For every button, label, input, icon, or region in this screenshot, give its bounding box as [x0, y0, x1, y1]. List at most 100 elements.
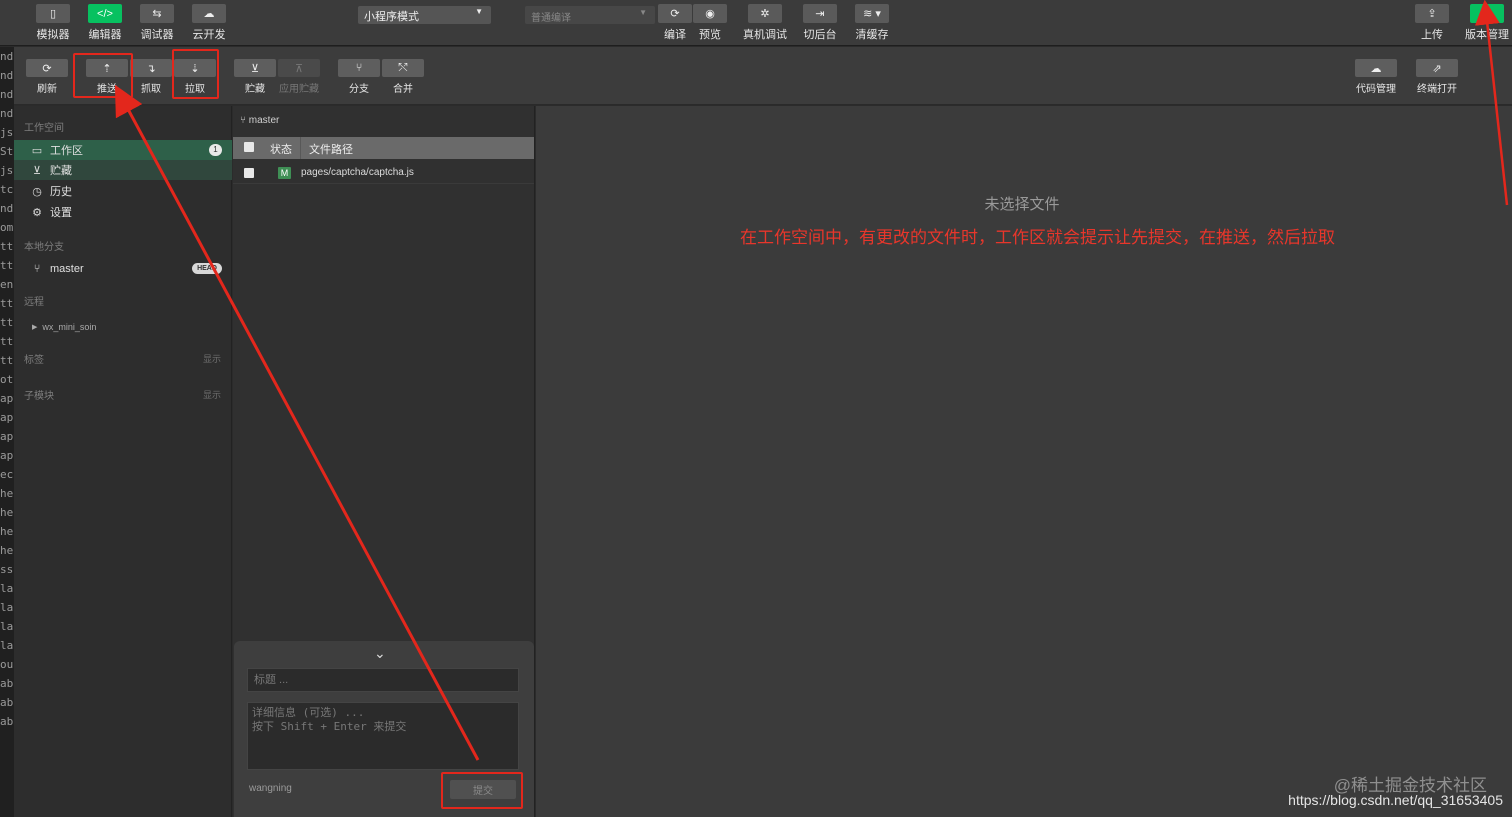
preview-button[interactable]: ◉ 预览 [685, 4, 735, 42]
pull-icon: ⇣ [174, 59, 216, 77]
sidebar-item-history[interactable]: ◷ 历史 [14, 181, 232, 201]
editor-button[interactable]: </> 编辑器 [80, 4, 130, 42]
history-icon: ◷ [32, 185, 42, 198]
open-terminal-button[interactable]: ⇗ 终端打开 [1415, 59, 1459, 95]
sidebar-item-label: 历史 [50, 186, 72, 198]
apply-stash-label: 应用贮藏 [279, 84, 319, 95]
diff-view: 未选择文件 在工作空间中，有更改的文件时，工作区就会提示让先提交，在推送，然后拉… [536, 106, 1512, 817]
code-line-fragment: Stu [0, 145, 14, 158]
sidebar-item-settings[interactable]: ⚙ 设置 [14, 202, 232, 222]
commit-author: wangning [249, 783, 292, 794]
no-file-selected-text: 未选择文件 [984, 196, 1060, 213]
devtools-window: ▯ 模拟器 </> 编辑器 ⇆ 调试器 ☁ 云开发 小程序模式 ▼ 普通编译 ▼… [0, 0, 1512, 817]
commit-submit-button[interactable]: 提交 [450, 780, 516, 799]
compile-mode-select[interactable]: 普通编译 ▼ [525, 6, 655, 24]
push-label: 推送 [97, 84, 117, 95]
column-divider [300, 137, 301, 159]
vcs-sidebar: 工作空间 ▭ 工作区 1 ⊻ 贮藏 ◷ 历史 ⚙ 设置 本地分支 ⑂ maste… [14, 106, 232, 817]
gear-icon: ⚙ [32, 206, 42, 219]
phone-icon: ▯ [36, 4, 70, 23]
changes-badge: 1 [209, 144, 222, 156]
remote-label: wx_mini_soin [42, 322, 97, 332]
code-line-fragment: otc [0, 373, 14, 386]
chevron-down-icon[interactable]: ⌄ [374, 645, 386, 662]
simulator-button[interactable]: ▯ 模拟器 [28, 4, 78, 42]
table-row[interactable]: M pages/captcha/captcha.js [233, 162, 534, 184]
sidebar-item-stash[interactable]: ⊻ 贮藏 [14, 160, 232, 180]
vcs-toolbar: ⟳ 刷新 ⇡ 推送 ↴ 抓取 ⇣ 拉取 ⊻ 贮藏 ⊼ 应用贮藏 ⑂ 分支 ⤲ 合 [14, 47, 1512, 105]
code-line-fragment: las [0, 639, 14, 652]
layers-icon: ≋ ▾ [855, 4, 889, 23]
stash-button[interactable]: ⊻ 贮藏 [233, 59, 277, 95]
apply-stash-button[interactable]: ⊼ 应用贮藏 [277, 59, 321, 95]
code-line-fragment: ssi [0, 563, 14, 576]
code-line-fragment: hec [0, 506, 14, 519]
upload-button[interactable]: ⇪ 上传 [1407, 4, 1457, 42]
select-all-checkbox[interactable] [244, 142, 254, 152]
code-line-fragment: nd [0, 50, 14, 63]
code-line-fragment: nd [0, 202, 14, 215]
code-line-fragment: tch [0, 183, 14, 196]
version-button[interactable]: ⑂ 版本管理 [1462, 4, 1512, 42]
sidebar-item-master[interactable]: ⑂ master HEAD [14, 259, 232, 279]
debugger-button[interactable]: ⇆ 调试器 [132, 4, 182, 42]
push-button[interactable]: ⇡ 推送 [85, 59, 129, 95]
code-line-fragment: ou [0, 658, 14, 671]
remote-debug-button[interactable]: ✲ 真机调试 [740, 4, 790, 42]
watermark-url: https://blog.csdn.net/qq_31653405 [1288, 792, 1503, 808]
local-branch-title: 本地分支 [24, 242, 64, 253]
external-link-icon: ⇗ [1416, 59, 1458, 77]
code-line-fragment: en [0, 278, 14, 291]
stash-icon: ⊻ [32, 164, 42, 177]
workspace-title: 工作空间 [24, 123, 64, 134]
background-button[interactable]: ⇥ 切后台 [795, 4, 845, 42]
caret-down-icon: ▼ [639, 8, 647, 17]
compile-label: 编译 [664, 29, 686, 41]
fetch-label: 抓取 [141, 84, 161, 95]
submodule-show-link[interactable]: 显示 [203, 388, 221, 401]
commit-panel: ⌄ wangning 提交 [234, 641, 534, 817]
code-manage-button[interactable]: ☁ 代码管理 [1354, 59, 1398, 95]
fetch-button[interactable]: ↴ 抓取 [129, 59, 173, 95]
background-label: 切后台 [803, 29, 837, 41]
current-branch: ⑂ master [240, 115, 279, 126]
caret-down-icon: ▼ [475, 7, 483, 16]
stash-icon: ⊻ [234, 59, 276, 77]
code-line-fragment: ttle [0, 259, 14, 272]
mode-select[interactable]: 小程序模式 ▼ [358, 6, 491, 24]
sidebar-item-remote[interactable]: ▶ wx_mini_soin [14, 317, 232, 337]
cloud-code-icon: ☁ [1355, 59, 1397, 77]
file-checkbox[interactable] [244, 168, 254, 178]
code-line-fragment: abu [0, 696, 14, 709]
code-line-fragment: apt [0, 392, 14, 405]
code-line-fragment: om [0, 221, 14, 234]
modified-badge: M [278, 167, 291, 179]
refresh-button[interactable]: ⟳ 刷新 [25, 59, 69, 95]
folder-icon: ▭ [31, 144, 43, 157]
code-line-fragment: tte [0, 297, 14, 310]
sidebar-item-label: 贮藏 [50, 165, 72, 177]
eye-icon: ◉ [693, 4, 727, 23]
branch-icon: ⑂ [1470, 4, 1504, 23]
branch-label: 分支 [349, 84, 369, 95]
clear-cache-button[interactable]: ≋ ▾ 清缓存 [847, 4, 897, 42]
code-line-fragment: hec [0, 487, 14, 500]
code-line-fragment: tte [0, 335, 14, 348]
merge-button[interactable]: ⤲ 合并 [381, 59, 425, 95]
code-manage-label: 代码管理 [1356, 84, 1396, 95]
upload-label: 上传 [1421, 29, 1443, 41]
sidebar-item-workspace[interactable]: ▭ 工作区 1 [14, 140, 232, 160]
apply-stash-icon: ⊼ [278, 59, 320, 77]
file-path: pages/captcha/captcha.js [301, 167, 414, 178]
cloud-button[interactable]: ☁ 云开发 [184, 4, 234, 42]
code-line-fragment: apt [0, 430, 14, 443]
tags-show-link[interactable]: 显示 [203, 352, 221, 365]
commit-title-input[interactable] [247, 668, 519, 692]
pull-button[interactable]: ⇣ 拉取 [173, 59, 217, 95]
top-toolbar: ▯ 模拟器 </> 编辑器 ⇆ 调试器 ☁ 云开发 小程序模式 ▼ 普通编译 ▼… [0, 0, 1512, 46]
branch-button[interactable]: ⑂ 分支 [337, 59, 381, 95]
push-icon: ⇡ [86, 59, 128, 77]
commit-desc-input[interactable] [247, 702, 519, 770]
cloud-icon: ☁ [192, 4, 226, 23]
code-line-fragment: tte [0, 354, 14, 367]
